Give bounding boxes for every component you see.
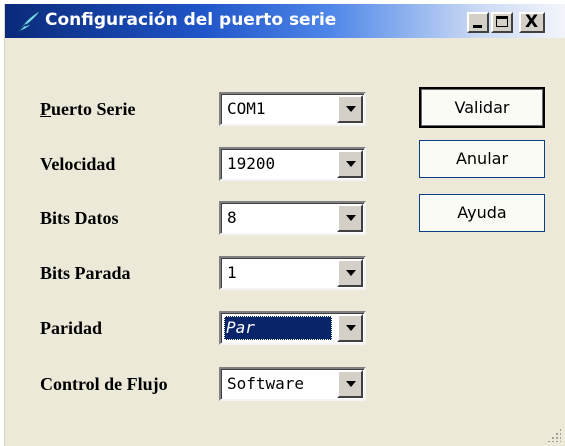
flow-control-select-value: Software	[227, 374, 305, 393]
data-bits-select[interactable]: 8	[219, 201, 366, 235]
quill-pen-icon	[16, 9, 42, 33]
maximize-icon	[496, 16, 508, 27]
parity-select-dropdown-button[interactable]	[337, 314, 363, 342]
parity-label: Paridad	[40, 318, 103, 338]
parity-select-value: Par	[224, 316, 332, 340]
data-bits-select-dropdown-button[interactable]	[337, 204, 363, 232]
speed-label: Velocidad	[40, 154, 116, 174]
port-select-value: COM1	[227, 99, 266, 118]
close-icon: X	[525, 12, 539, 32]
port-select[interactable]: COM1	[219, 92, 366, 126]
flow-control-label: Control de Flujo	[40, 374, 168, 394]
title-bar[interactable]: Configuración del puerto serie X	[5, 4, 565, 38]
port-select-dropdown-button[interactable]	[337, 95, 363, 123]
cancel-button[interactable]: Anular	[419, 140, 545, 178]
port-label: Puerto Serie	[40, 99, 135, 120]
chevron-down-icon	[346, 215, 356, 221]
flow-control-select[interactable]: Software	[219, 367, 366, 401]
port-label-mnemonic: P	[40, 99, 51, 119]
validate-button[interactable]: Validar	[419, 87, 545, 128]
maximize-button[interactable]	[491, 12, 513, 33]
minimize-icon	[473, 25, 482, 28]
stop-bits-label: Bits Parada	[40, 263, 131, 283]
chevron-down-icon	[346, 106, 356, 112]
flow-control-select-dropdown-button[interactable]	[337, 370, 363, 398]
chevron-down-icon	[346, 381, 356, 387]
speed-select[interactable]: 19200	[219, 147, 366, 181]
data-bits-select-value: 8	[227, 208, 237, 227]
chevron-down-icon	[346, 270, 356, 276]
parity-select[interactable]: Par	[219, 311, 366, 345]
stop-bits-select-dropdown-button[interactable]	[337, 259, 363, 287]
speed-select-value: 19200	[227, 154, 276, 173]
stop-bits-select-value: 1	[227, 263, 237, 282]
chevron-down-icon	[346, 161, 356, 167]
help-button[interactable]: Ayuda	[419, 194, 545, 232]
resize-grip[interactable]	[547, 428, 561, 442]
data-bits-label: Bits Datos	[40, 208, 119, 228]
window-title: Configuración del puerto serie	[45, 10, 337, 30]
port-label-rest: uerto Serie	[51, 99, 136, 119]
serial-port-config-window: Configuración del puerto serie X Puerto …	[4, 4, 565, 446]
close-button[interactable]: X	[519, 12, 545, 33]
stop-bits-select[interactable]: 1	[219, 256, 366, 290]
minimize-button[interactable]	[467, 12, 489, 33]
chevron-down-icon	[346, 325, 356, 331]
speed-select-dropdown-button[interactable]	[337, 150, 363, 178]
